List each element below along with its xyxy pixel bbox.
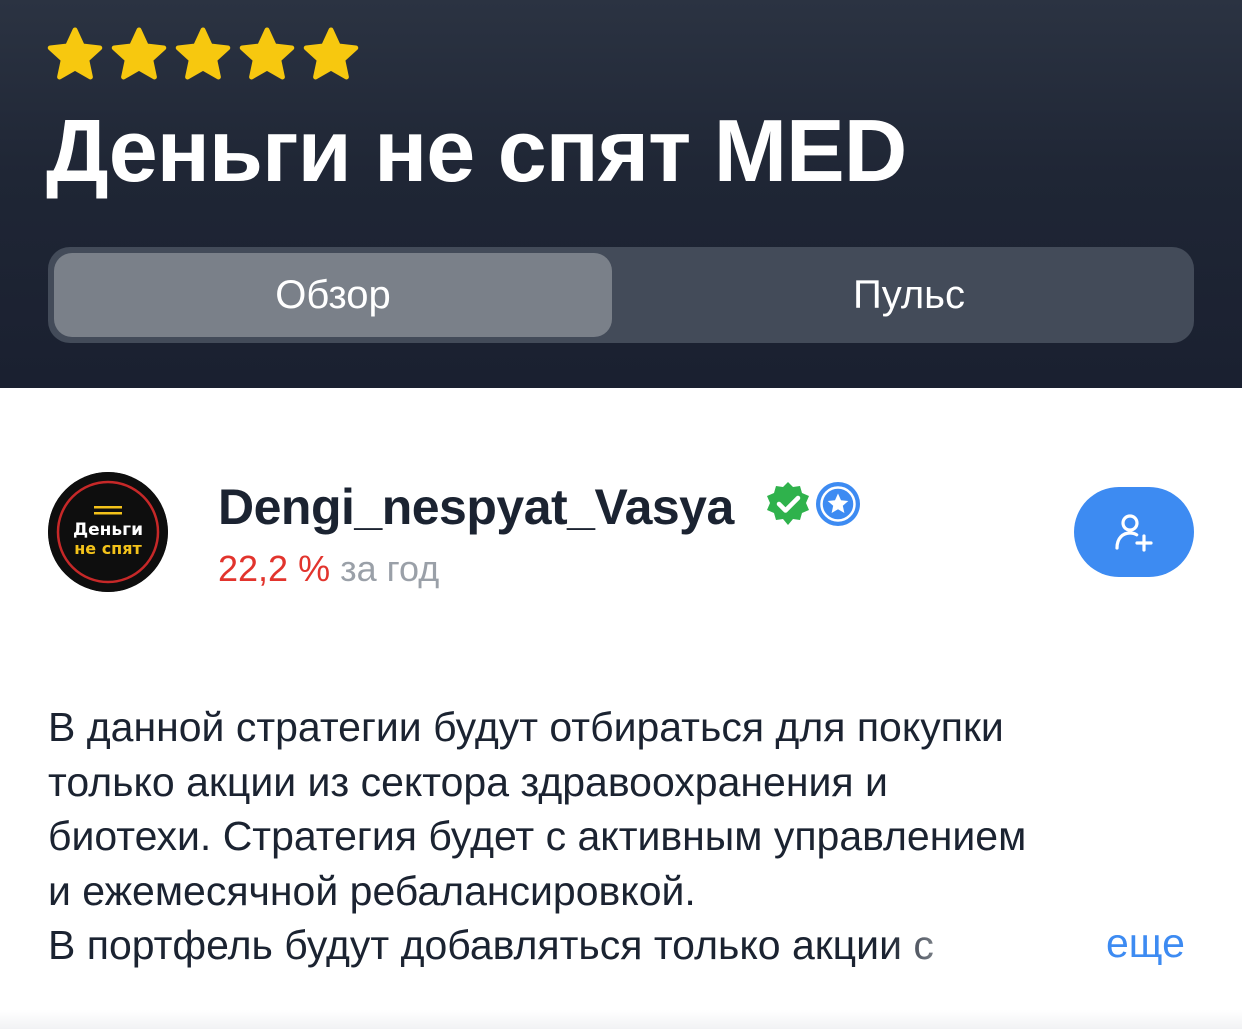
yield-row: 22,2 % за год bbox=[218, 548, 439, 590]
star-icon bbox=[239, 27, 295, 80]
verified-check-icon bbox=[767, 482, 809, 525]
show-more-link[interactable]: еще bbox=[1106, 916, 1185, 971]
author-row: Деньги не спят Dengi_nespyat_Vasya 22,2 … bbox=[48, 472, 1194, 592]
description-line: только акции из сектора здравоохранения … bbox=[48, 758, 888, 805]
rating-stars bbox=[46, 26, 360, 84]
follow-button[interactable] bbox=[1074, 487, 1194, 577]
bottom-divider bbox=[0, 1010, 1242, 1029]
tab-pulse[interactable]: Пульс bbox=[630, 253, 1188, 337]
tab-overview[interactable]: Обзор bbox=[54, 253, 612, 337]
avatar-text-bottom: не спят bbox=[74, 539, 142, 558]
yield-label: за год bbox=[340, 548, 440, 589]
tab-switcher: Обзор Пульс bbox=[48, 247, 1194, 343]
description-line: биотехи. Стратегия будет с активным упра… bbox=[48, 813, 1027, 859]
author-avatar[interactable]: Деньги не спят bbox=[48, 472, 168, 592]
avatar-logo: Деньги не спят bbox=[48, 472, 168, 592]
description-truncated-line: В портфель будут добавляться только акци… bbox=[48, 918, 1048, 973]
strategy-title: Деньги не спят MED bbox=[46, 101, 907, 200]
truncation-fade bbox=[888, 918, 1048, 973]
author-badges bbox=[764, 480, 862, 528]
avatar-text-top: Деньги bbox=[73, 520, 143, 540]
author-name[interactable]: Dengi_nespyat_Vasya bbox=[218, 478, 734, 536]
strategy-description: В данной стратегии будут отбираться для … bbox=[48, 700, 1198, 973]
description-line: В данной стратегии будут отбираться для … bbox=[48, 704, 1004, 750]
description-last-line-text: В портфель будут добавляться только акци… bbox=[48, 922, 934, 968]
star-icon bbox=[175, 27, 231, 80]
yield-value: 22,2 % bbox=[218, 548, 331, 589]
star-icon bbox=[111, 27, 167, 80]
description-line: и ежемесячной ребалансировкой. bbox=[48, 867, 696, 914]
star-icon bbox=[47, 27, 103, 80]
star-badge-icon bbox=[816, 482, 860, 526]
add-person-icon bbox=[1115, 514, 1153, 552]
star-icon bbox=[303, 27, 359, 80]
strategy-header: Деньги не спят MED Обзор Пульс bbox=[0, 0, 1242, 388]
